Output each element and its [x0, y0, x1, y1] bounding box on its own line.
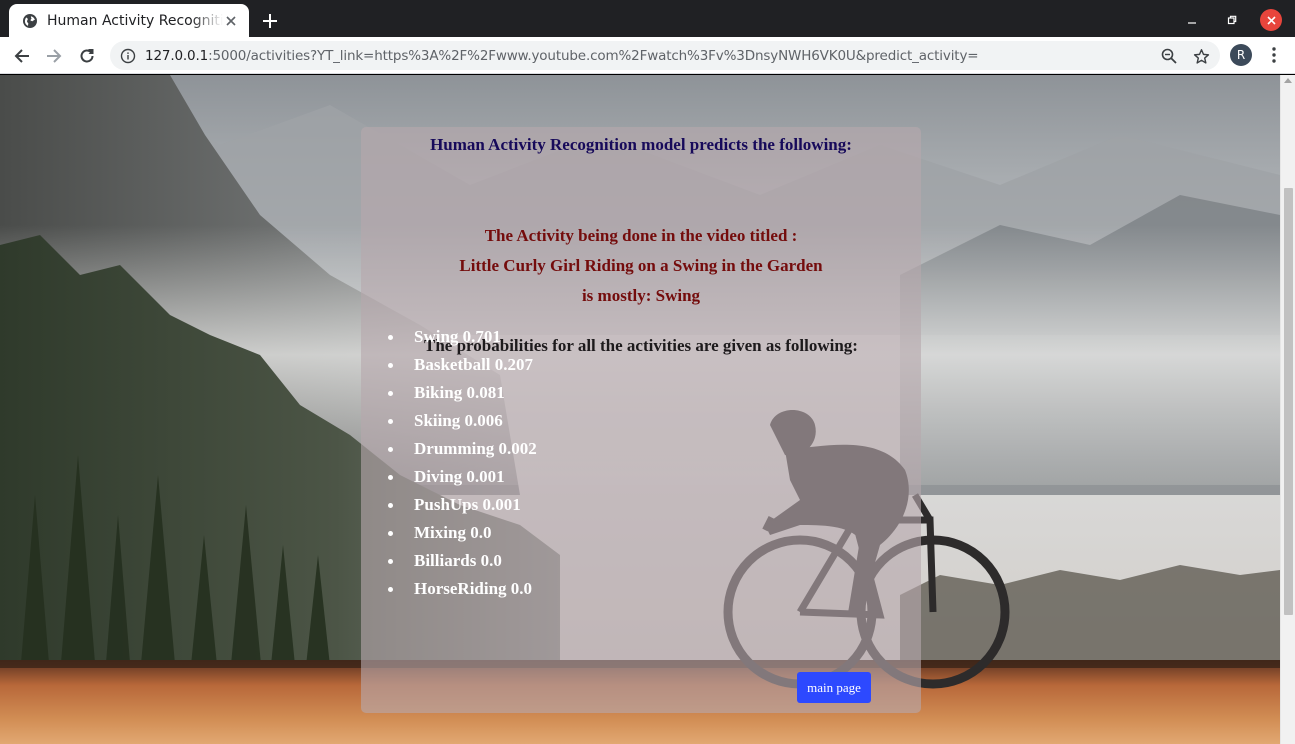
browser-titlebar: Human Activity Recognition	[0, 0, 1295, 37]
url-text: 127.0.0.1:5000/activities?YT_link=https%…	[145, 48, 978, 64]
new-tab-plus-icon[interactable]	[258, 9, 282, 33]
main-page-button[interactable]: main page	[797, 672, 871, 703]
minimize-window-icon[interactable]	[1180, 8, 1204, 32]
bullet-icon	[388, 391, 393, 396]
restore-window-icon[interactable]	[1220, 8, 1244, 32]
list-item: Skiing 0.006	[388, 411, 688, 439]
probability-label: PushUps 0.001	[414, 495, 521, 514]
bullet-icon	[388, 363, 393, 368]
list-item: Swing 0.701	[388, 327, 688, 355]
browser-menu-icon[interactable]	[1264, 45, 1284, 65]
list-item: Drumming 0.002	[388, 439, 688, 467]
browser-tab[interactable]: Human Activity Recognition	[9, 4, 249, 37]
forward-arrow-icon[interactable]	[41, 43, 67, 69]
list-item: Biking 0.081	[388, 383, 688, 411]
probability-label: Biking 0.081	[414, 383, 505, 402]
page-viewport: Human Activity Recognition model predict…	[0, 75, 1280, 744]
bullet-icon	[388, 531, 393, 536]
back-arrow-icon[interactable]	[9, 43, 35, 69]
page-heading: Human Activity Recognition model predict…	[430, 135, 852, 154]
bookmark-star-icon[interactable]	[1192, 47, 1210, 65]
predicted-activity-text: is mostly: Swing	[581, 286, 701, 305]
address-bar[interactable]: 127.0.0.1:5000/activities?YT_link=https%…	[110, 41, 1220, 70]
list-item: Basketball 0.207	[388, 355, 688, 383]
zoom-out-icon[interactable]	[1160, 47, 1178, 65]
probability-label: Basketball 0.207	[414, 355, 534, 374]
list-item: PushUps 0.001	[388, 495, 688, 523]
url-host: 127.0.0.1	[145, 47, 209, 64]
prediction-panel: Human Activity Recognition model predict…	[361, 127, 921, 713]
scrollbar-thumb[interactable]	[1284, 188, 1293, 615]
result-intro-text: The Activity being done in the video tit…	[484, 226, 798, 245]
tab-title: Human Activity Recognition	[47, 12, 223, 29]
page-scrollbar[interactable]	[1280, 75, 1295, 744]
probability-label: Swing 0.701	[414, 327, 501, 346]
video-title-text: Little Curly Girl Riding on a Swing in t…	[459, 256, 823, 275]
probability-label: HorseRiding 0.0	[414, 579, 533, 598]
probability-label: Mixing 0.0	[414, 523, 492, 542]
bullet-icon	[388, 587, 393, 592]
bullet-icon	[388, 335, 393, 340]
bullet-icon	[388, 503, 393, 508]
bullet-icon	[388, 447, 393, 452]
bullet-icon	[388, 559, 393, 564]
reload-icon[interactable]	[74, 43, 100, 69]
probability-label: Drumming 0.002	[414, 439, 537, 458]
list-item: Diving 0.001	[388, 467, 688, 495]
site-info-icon[interactable]	[120, 48, 136, 64]
url-path: :5000/activities?YT_link=https%3A%2F%2Fw…	[208, 47, 979, 64]
browser-toolbar: 127.0.0.1:5000/activities?YT_link=https%…	[0, 37, 1295, 74]
bullet-icon	[388, 419, 393, 424]
list-item: HorseRiding 0.0	[388, 579, 688, 607]
tab-close-icon[interactable]	[223, 13, 239, 29]
list-item: Billiards 0.0	[388, 551, 688, 579]
probability-label: Skiing 0.006	[414, 411, 503, 430]
bullet-icon	[388, 475, 393, 480]
probability-label: Billiards 0.0	[414, 551, 502, 570]
list-item: Mixing 0.0	[388, 523, 688, 551]
probability-label: Diving 0.001	[414, 467, 505, 486]
profile-avatar[interactable]: R	[1230, 44, 1252, 66]
close-window-button[interactable]	[1259, 8, 1283, 32]
close-window-icon	[1260, 9, 1282, 31]
scroll-up-arrow-icon[interactable]	[1284, 78, 1292, 83]
globe-icon	[22, 13, 38, 29]
